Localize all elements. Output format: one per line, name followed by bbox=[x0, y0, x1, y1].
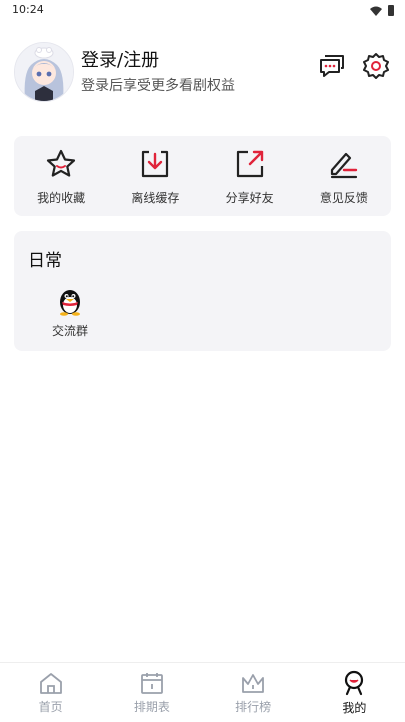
feedback-icon bbox=[330, 152, 358, 178]
nav-ranking-label: 排行榜 bbox=[235, 699, 272, 714]
avatar[interactable] bbox=[14, 42, 74, 102]
nav-home[interactable]: 首页 bbox=[0, 663, 101, 722]
offline-cache-button[interactable]: 离线缓存 bbox=[115, 147, 195, 206]
favorites-button[interactable]: 我的收藏 bbox=[21, 147, 101, 206]
favorites-label: 我的收藏 bbox=[37, 190, 86, 205]
daily-card: 日常 交流群 bbox=[14, 231, 391, 351]
nav-mine-label: 我的 bbox=[342, 700, 367, 715]
login-subtitle: 登录后享受更多看剧权益 bbox=[81, 78, 235, 94]
battery-icon bbox=[388, 5, 394, 16]
profile-tools bbox=[318, 52, 390, 80]
star-icon bbox=[47, 149, 76, 177]
wifi-icon bbox=[370, 6, 382, 16]
offline-cache-label: 离线缓存 bbox=[131, 190, 180, 205]
chat-group-button[interactable]: 交流群 bbox=[42, 286, 98, 339]
nav-schedule-label: 排期表 bbox=[133, 699, 170, 714]
system-icons bbox=[369, 4, 395, 17]
nav-mine[interactable]: 我的 bbox=[304, 663, 405, 722]
profile-header[interactable]: 登录/注册 登录后享受更多看剧权益 bbox=[14, 40, 392, 102]
daily-title: 日常 bbox=[28, 251, 62, 271]
nav-ranking[interactable]: 排行榜 bbox=[203, 663, 304, 722]
nav-schedule[interactable]: 排期表 bbox=[101, 663, 202, 722]
calendar-icon bbox=[140, 672, 163, 694]
avatar-illustration bbox=[15, 43, 73, 101]
settings-button[interactable] bbox=[362, 52, 390, 80]
login-register-title[interactable]: 登录/注册 bbox=[81, 46, 159, 72]
status-time: 10:24 bbox=[12, 3, 44, 16]
feedback-label: 意见反馈 bbox=[319, 190, 368, 205]
quick-actions-card: 我的收藏 离线缓存 分享好友 意见反馈 bbox=[14, 136, 391, 216]
messages-button[interactable] bbox=[318, 52, 346, 80]
share-friends-button[interactable]: 分享好友 bbox=[210, 147, 290, 206]
share-friends-label: 分享好友 bbox=[225, 190, 274, 205]
gear-icon bbox=[363, 53, 389, 79]
chat-group-label: 交流群 bbox=[51, 324, 88, 338]
profile-icon bbox=[345, 670, 364, 695]
nav-home-label: 首页 bbox=[38, 699, 63, 714]
download-icon bbox=[142, 150, 169, 177]
crown-icon bbox=[242, 673, 265, 693]
bottom-nav: 首页 排期表 排行榜 我的 bbox=[0, 662, 405, 722]
qq-penguin-icon bbox=[60, 290, 80, 316]
feedback-button[interactable]: 意见反馈 bbox=[304, 147, 384, 206]
share-icon bbox=[236, 150, 263, 177]
message-icon bbox=[320, 55, 344, 77]
status-bar: 10:24 bbox=[0, 0, 405, 22]
home-icon bbox=[39, 672, 62, 694]
